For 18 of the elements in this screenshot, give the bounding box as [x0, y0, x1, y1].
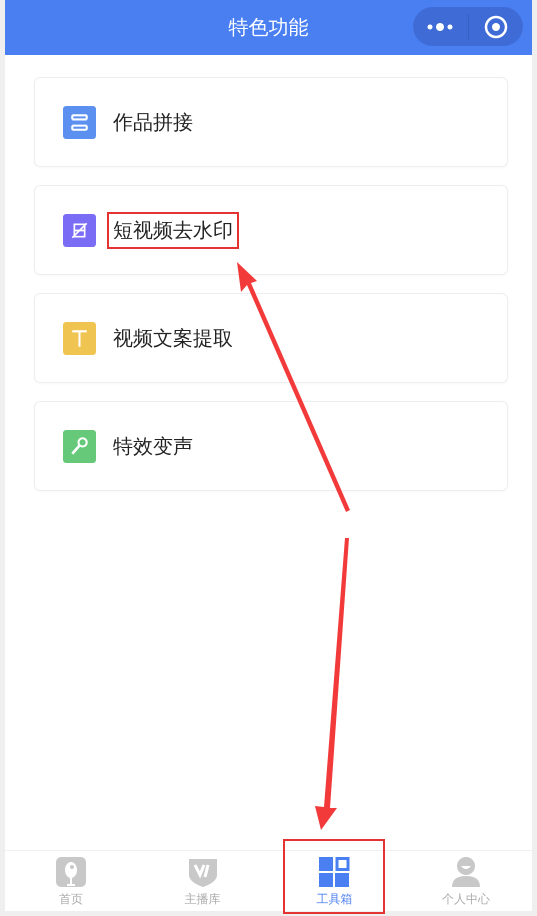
tab-icon: [317, 855, 352, 889]
tab-label: 工具箱: [316, 891, 352, 908]
feature-label: 视频文案提取: [112, 324, 234, 352]
tab-icon: [54, 855, 88, 889]
feature-card[interactable]: 短视频去水印: [34, 185, 508, 275]
page-title: 特色功能: [228, 14, 308, 41]
feature-card[interactable]: 特效变声: [34, 401, 508, 491]
feature-label: 作品拼接: [112, 108, 194, 136]
tab-label: 首页: [58, 891, 83, 908]
feature-label: 短视频去水印: [107, 212, 239, 248]
feature-label: 特效变声: [112, 432, 194, 460]
feature-card[interactable]: 作品拼接: [34, 77, 508, 167]
tab-label: 主播库: [184, 891, 221, 908]
more-icon[interactable]: [427, 22, 454, 32]
feature-card[interactable]: 视频文案提取: [34, 293, 508, 383]
tab-item[interactable]: 工具箱: [268, 851, 400, 911]
close-icon[interactable]: [484, 14, 508, 38]
tab-label: 个人中心: [442, 891, 490, 908]
